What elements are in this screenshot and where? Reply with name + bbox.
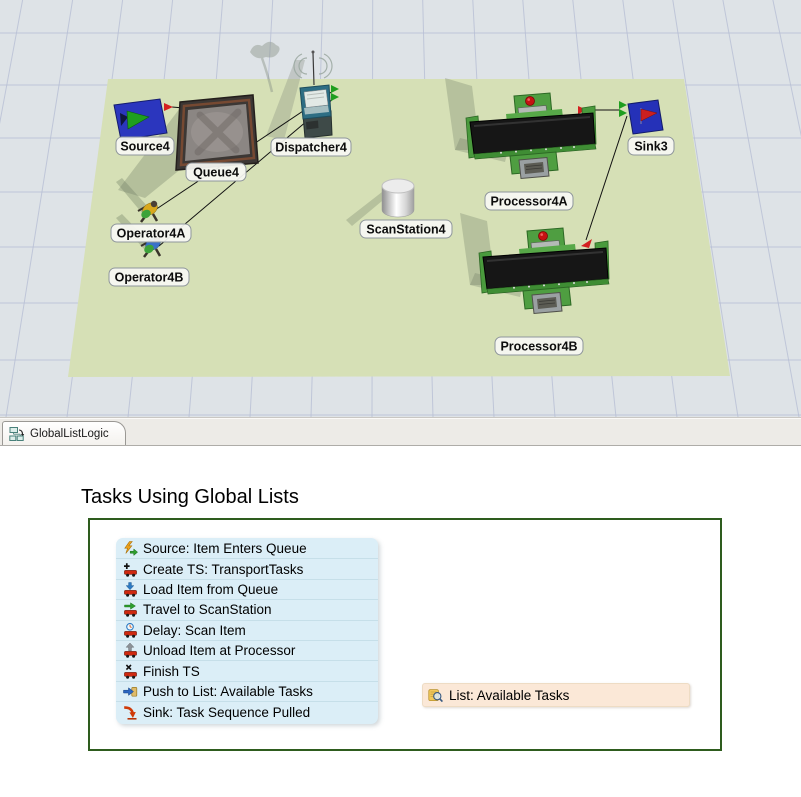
label-processor4a: Processor4A [485, 192, 573, 210]
task-label: Push to List: Available Tasks [143, 684, 313, 699]
global-list-node[interactable]: List: Available Tasks [422, 683, 690, 707]
sink-arrow-icon [123, 705, 138, 720]
svg-text:Source4: Source4 [120, 140, 169, 154]
cart-clock-icon [123, 623, 138, 638]
task-row-source[interactable]: Source: Item Enters Queue [116, 539, 378, 559]
task-row-create-ts[interactable]: Create TS: TransportTasks [116, 559, 378, 579]
scanstation4-node[interactable] [382, 179, 414, 217]
task-label: Delay: Scan Item [143, 623, 246, 638]
task-label: Travel to ScanStation [143, 602, 272, 617]
cart-plus-icon [123, 562, 138, 577]
task-label: Unload Item at Processor [143, 643, 295, 658]
svg-text:Operator4B: Operator4B [115, 271, 184, 285]
task-label: Sink: Task Sequence Pulled [143, 705, 310, 720]
task-row-travel[interactable]: Travel to ScanStation [116, 600, 378, 620]
svg-text:Processor4A: Processor4A [490, 195, 567, 209]
cart-unload-icon [123, 643, 138, 658]
3d-view[interactable]: Source4 Queue4 Dispatcher4 Operator4A Op… [0, 0, 801, 417]
svg-text:ScanStation4: ScanStation4 [366, 223, 445, 237]
task-row-sink[interactable]: Sink: Task Sequence Pulled [116, 702, 378, 722]
flow-title: Tasks Using Global Lists [81, 486, 299, 509]
lightning-arrow-icon [123, 541, 138, 556]
svg-text:Sink3: Sink3 [634, 140, 667, 154]
list-search-icon [428, 688, 443, 703]
task-label: Source: Item Enters Queue [143, 541, 307, 556]
cart-finish-icon [123, 664, 138, 679]
svg-text:Processor4B: Processor4B [500, 340, 577, 354]
svg-text:Operator4A: Operator4A [117, 227, 186, 241]
label-queue4: Queue4 [186, 163, 246, 181]
label-scanstation4: ScanStation4 [360, 220, 452, 238]
flow-container[interactable]: Source: Item Enters Queue Create TS: Tra… [88, 518, 722, 751]
task-sequence-list: Source: Item Enters Queue Create TS: Tra… [116, 538, 378, 724]
process-flow-view[interactable]: Tasks Using Global Lists Source: Item En… [0, 446, 801, 797]
flowchart-icon [9, 426, 25, 442]
task-label: Load Item from Queue [143, 582, 278, 597]
source4-node[interactable] [114, 99, 167, 140]
svg-text:Dispatcher4: Dispatcher4 [275, 141, 347, 155]
tab-label: GlobalListLogic [30, 428, 109, 440]
task-row-push[interactable]: Push to List: Available Tasks [116, 682, 378, 702]
sink3-node[interactable] [628, 100, 663, 134]
label-processor4b: Processor4B [495, 337, 583, 355]
task-row-finish[interactable]: Finish TS [116, 661, 378, 681]
task-row-delay[interactable]: Delay: Scan Item [116, 621, 378, 641]
label-operator4a: Operator4A [111, 224, 191, 242]
task-row-load[interactable]: Load Item from Queue [116, 580, 378, 600]
global-list-label: List: Available Tasks [449, 688, 569, 703]
cart-travel-icon [123, 602, 138, 617]
svg-text:Queue4: Queue4 [193, 166, 239, 180]
tab-bar: GlobalListLogic [0, 417, 801, 446]
push-to-list-icon [123, 684, 138, 699]
queue4-node[interactable] [176, 95, 258, 170]
task-row-unload[interactable]: Unload Item at Processor [116, 641, 378, 661]
task-label: Create TS: TransportTasks [143, 562, 303, 577]
tab-globallistlogic[interactable]: GlobalListLogic [2, 421, 126, 445]
label-source4: Source4 [116, 137, 174, 155]
label-operator4b: Operator4B [109, 268, 189, 286]
label-sink3: Sink3 [628, 137, 674, 155]
cart-load-icon [123, 582, 138, 597]
task-label: Finish TS [143, 664, 200, 679]
label-dispatcher4: Dispatcher4 [271, 138, 351, 156]
